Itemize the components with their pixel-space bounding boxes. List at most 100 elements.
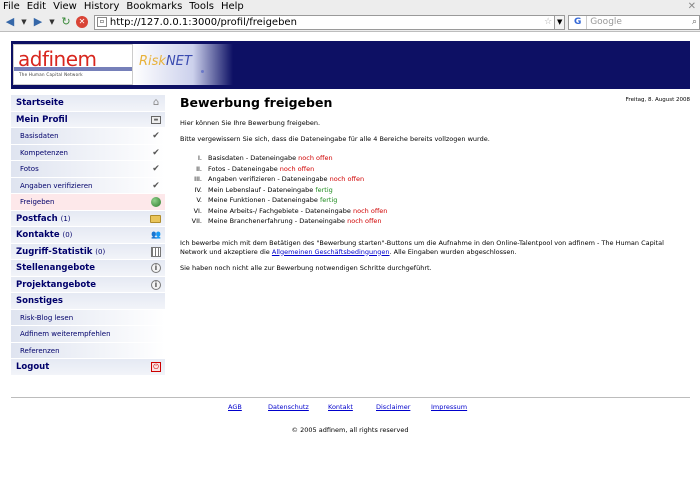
step-item: V. Meine Funktionen - Dateneingabe fertig [188, 195, 690, 206]
menu-edit[interactable]: Edit [27, 0, 46, 13]
sidebar-item-count: (0) [95, 247, 106, 256]
sidebar-item-count: (0) [62, 231, 73, 239]
back-history-dropdown-icon[interactable]: ▼ [20, 15, 28, 29]
menu-file[interactable]: File [3, 0, 20, 13]
sidebar-item-label: Kontakte [16, 230, 60, 240]
sidebar-item-label: Angaben verifizieren [20, 181, 93, 190]
footer-link-datenschutz[interactable]: Datenschutz [268, 403, 309, 411]
forward-history-dropdown-icon[interactable]: ▼ [48, 15, 56, 29]
terms-link[interactable]: Allgemeinen Geschäftsbedingungen [272, 248, 390, 256]
sidebar-item-kompetenzen[interactable]: Kompetenzen ✔ [11, 144, 165, 161]
sidebar-item-count: (1) [60, 214, 71, 223]
step-number: I. [198, 154, 202, 162]
risknet-dot [201, 70, 204, 73]
sidebar-item-label: Risk-Blog lesen [20, 313, 74, 322]
window-close-icon[interactable]: ✕ [688, 0, 696, 13]
sidebar-item-referenzen[interactable]: Referenzen [11, 342, 165, 359]
risknet-text: RiskNET [139, 54, 192, 69]
forward-arrow-icon[interactable]: ▶ [31, 15, 45, 29]
menu-history[interactable]: History [84, 0, 120, 13]
back-arrow-icon[interactable]: ◀ [3, 15, 17, 29]
sidebar-item-label: Freigeben [20, 198, 55, 206]
step-status: fertig [319, 196, 338, 204]
sidebar-item-label: Basisdaten [20, 132, 59, 140]
menu-help[interactable]: Help [221, 0, 244, 13]
sidebar-item-mein-profil[interactable]: Mein Profil ▬ [11, 111, 165, 128]
search-engine-google-icon[interactable]: G [569, 15, 588, 29]
step-number: V. [196, 196, 202, 204]
menu-view[interactable]: View [53, 0, 77, 13]
sidebar-item-projektangebote[interactable]: Projektangebote i [11, 276, 165, 293]
sidebar-item-label: Fotos [20, 165, 39, 173]
info-icon: i [151, 279, 161, 290]
folder-icon [150, 214, 161, 223]
footer-link-impressum[interactable]: Impressum [431, 403, 467, 411]
step-status: noch offen [298, 154, 333, 162]
step-item: III. Angaben verifizieren - Dateneingabe … [188, 174, 690, 185]
step-item: VI. Meine Arbeits-/ Fachgebiete - Datenei… [188, 206, 690, 217]
step-label: Basisdaten - Dateneingabe [208, 154, 297, 162]
search-placeholder[interactable]: Google [590, 17, 622, 27]
intro-text: Hier können Sie Ihre Bewerbung freigeben… [180, 119, 321, 127]
sidebar-item-kontakte[interactable]: Kontakte (0) 👥 [11, 227, 165, 244]
step-item: II. Fotos - Dateneingabe noch offen [188, 164, 690, 175]
sidebar-item-freigeben[interactable]: Freigeben [11, 194, 165, 211]
adfinem-logo[interactable]: adfinem The Human Capital Network [13, 44, 133, 85]
sidebar-item-fotos[interactable]: Fotos ✔ [11, 161, 165, 178]
web-page: adfinem The Human Capital Network RiskNE… [0, 33, 700, 489]
sidebar-item-label: Postfach [16, 213, 58, 224]
people-icon: 👥 [151, 230, 161, 239]
step-label: Mein Lebenslauf - Dateneingabe [208, 185, 314, 194]
sidebar-item-label: Projektangebote [16, 279, 97, 290]
step-status: noch offen [352, 206, 388, 215]
browser-menubar: File Edit View History Bookmarks Tools H… [0, 0, 700, 13]
copyright-text: © 2005 adfinem, all rights reserved [291, 426, 409, 434]
sidebar-item-label: Adfinem weiterempfehlen [20, 330, 111, 338]
search-icon[interactable]: ⌕ [692, 17, 697, 27]
step-number: III. [194, 175, 202, 183]
check-icon: ✔ [152, 164, 160, 174]
menu-bookmarks[interactable]: Bookmarks [126, 0, 182, 13]
step-number: II. [196, 164, 202, 173]
sidebar-item-label: Kompetenzen [20, 148, 68, 157]
globe-icon [151, 197, 161, 207]
step-label: Meine Arbeits-/ Fachgebiete - Dateneinga… [208, 206, 351, 215]
terms-text: Ich bewerbe mich mit dem Betätigen des "… [180, 239, 690, 257]
sidebar-item-stellenangebote[interactable]: Stellenangebote i [11, 260, 165, 277]
step-item: VII. Meine Branchenerfahrung - Dateneinga… [188, 216, 690, 227]
search-box[interactable]: G Google ⌕ [568, 14, 700, 30]
step-label: Fotos - Dateneingabe [208, 164, 278, 173]
footer-link-agb[interactable]: AGB [228, 403, 242, 411]
step-label: Angaben verifizieren - Dateneingabe [208, 175, 328, 183]
statistics-icon [151, 246, 161, 257]
step-number: IV. [194, 185, 202, 194]
header-banner: adfinem The Human Capital Network RiskNE… [11, 41, 690, 89]
address-bar[interactable]: ▫ http://127.0.0.1:3000/profil/freigeben… [93, 14, 556, 30]
risknet-logo: RiskNET [133, 44, 233, 85]
sidebar-item-label: Startseite [16, 98, 64, 108]
footer-link-disclaimer[interactable]: Disclaimer [376, 403, 410, 411]
url-history-dropdown[interactable]: ▼ [555, 14, 566, 30]
sidebar-item-startseite[interactable]: Startseite ⌂ [11, 95, 165, 112]
menu-tools[interactable]: Tools [189, 0, 214, 13]
url-text[interactable]: http://127.0.0.1:3000/profil/freigeben [110, 16, 297, 29]
sidebar-item-sonstiges[interactable]: Sonstiges [11, 293, 165, 310]
page-favicon-icon: ▫ [96, 17, 107, 27]
risknet-net: NET [165, 54, 192, 69]
sidebar-item-angaben-verifizieren[interactable]: Angaben verifizieren ✔ [11, 177, 165, 194]
sidebar-item-logout[interactable]: Logout ⏻ [11, 359, 165, 376]
sidebar-item-adfinem-weiterempfehlen[interactable]: Adfinem weiterempfehlen [11, 326, 165, 343]
logo-tagline: The Human Capital Network [19, 72, 83, 77]
sidebar-item-basisdaten[interactable]: Basisdaten ✔ [11, 128, 165, 145]
risknet-risk: Risk [139, 54, 166, 69]
reload-icon[interactable]: ↻ [59, 15, 73, 29]
sidebar-item-risk-blog-lesen[interactable]: Risk-Blog lesen [11, 309, 165, 326]
footer-link-kontakt[interactable]: Kontakt [328, 403, 353, 411]
sidebar-item-postfach[interactable]: Postfach (1) [11, 210, 165, 227]
bookmark-star-icon[interactable]: ☆ [544, 16, 552, 29]
sidebar-item-label: Logout [16, 362, 50, 372]
stop-icon[interactable]: ✕ [75, 16, 88, 28]
info-icon: i [151, 263, 161, 273]
sidebar-item-zugriff-statistik[interactable]: Zugriff-Statistik (0) [11, 243, 165, 260]
step-label: Meine Branchenerfahrung - Dateneingabe [208, 217, 346, 225]
